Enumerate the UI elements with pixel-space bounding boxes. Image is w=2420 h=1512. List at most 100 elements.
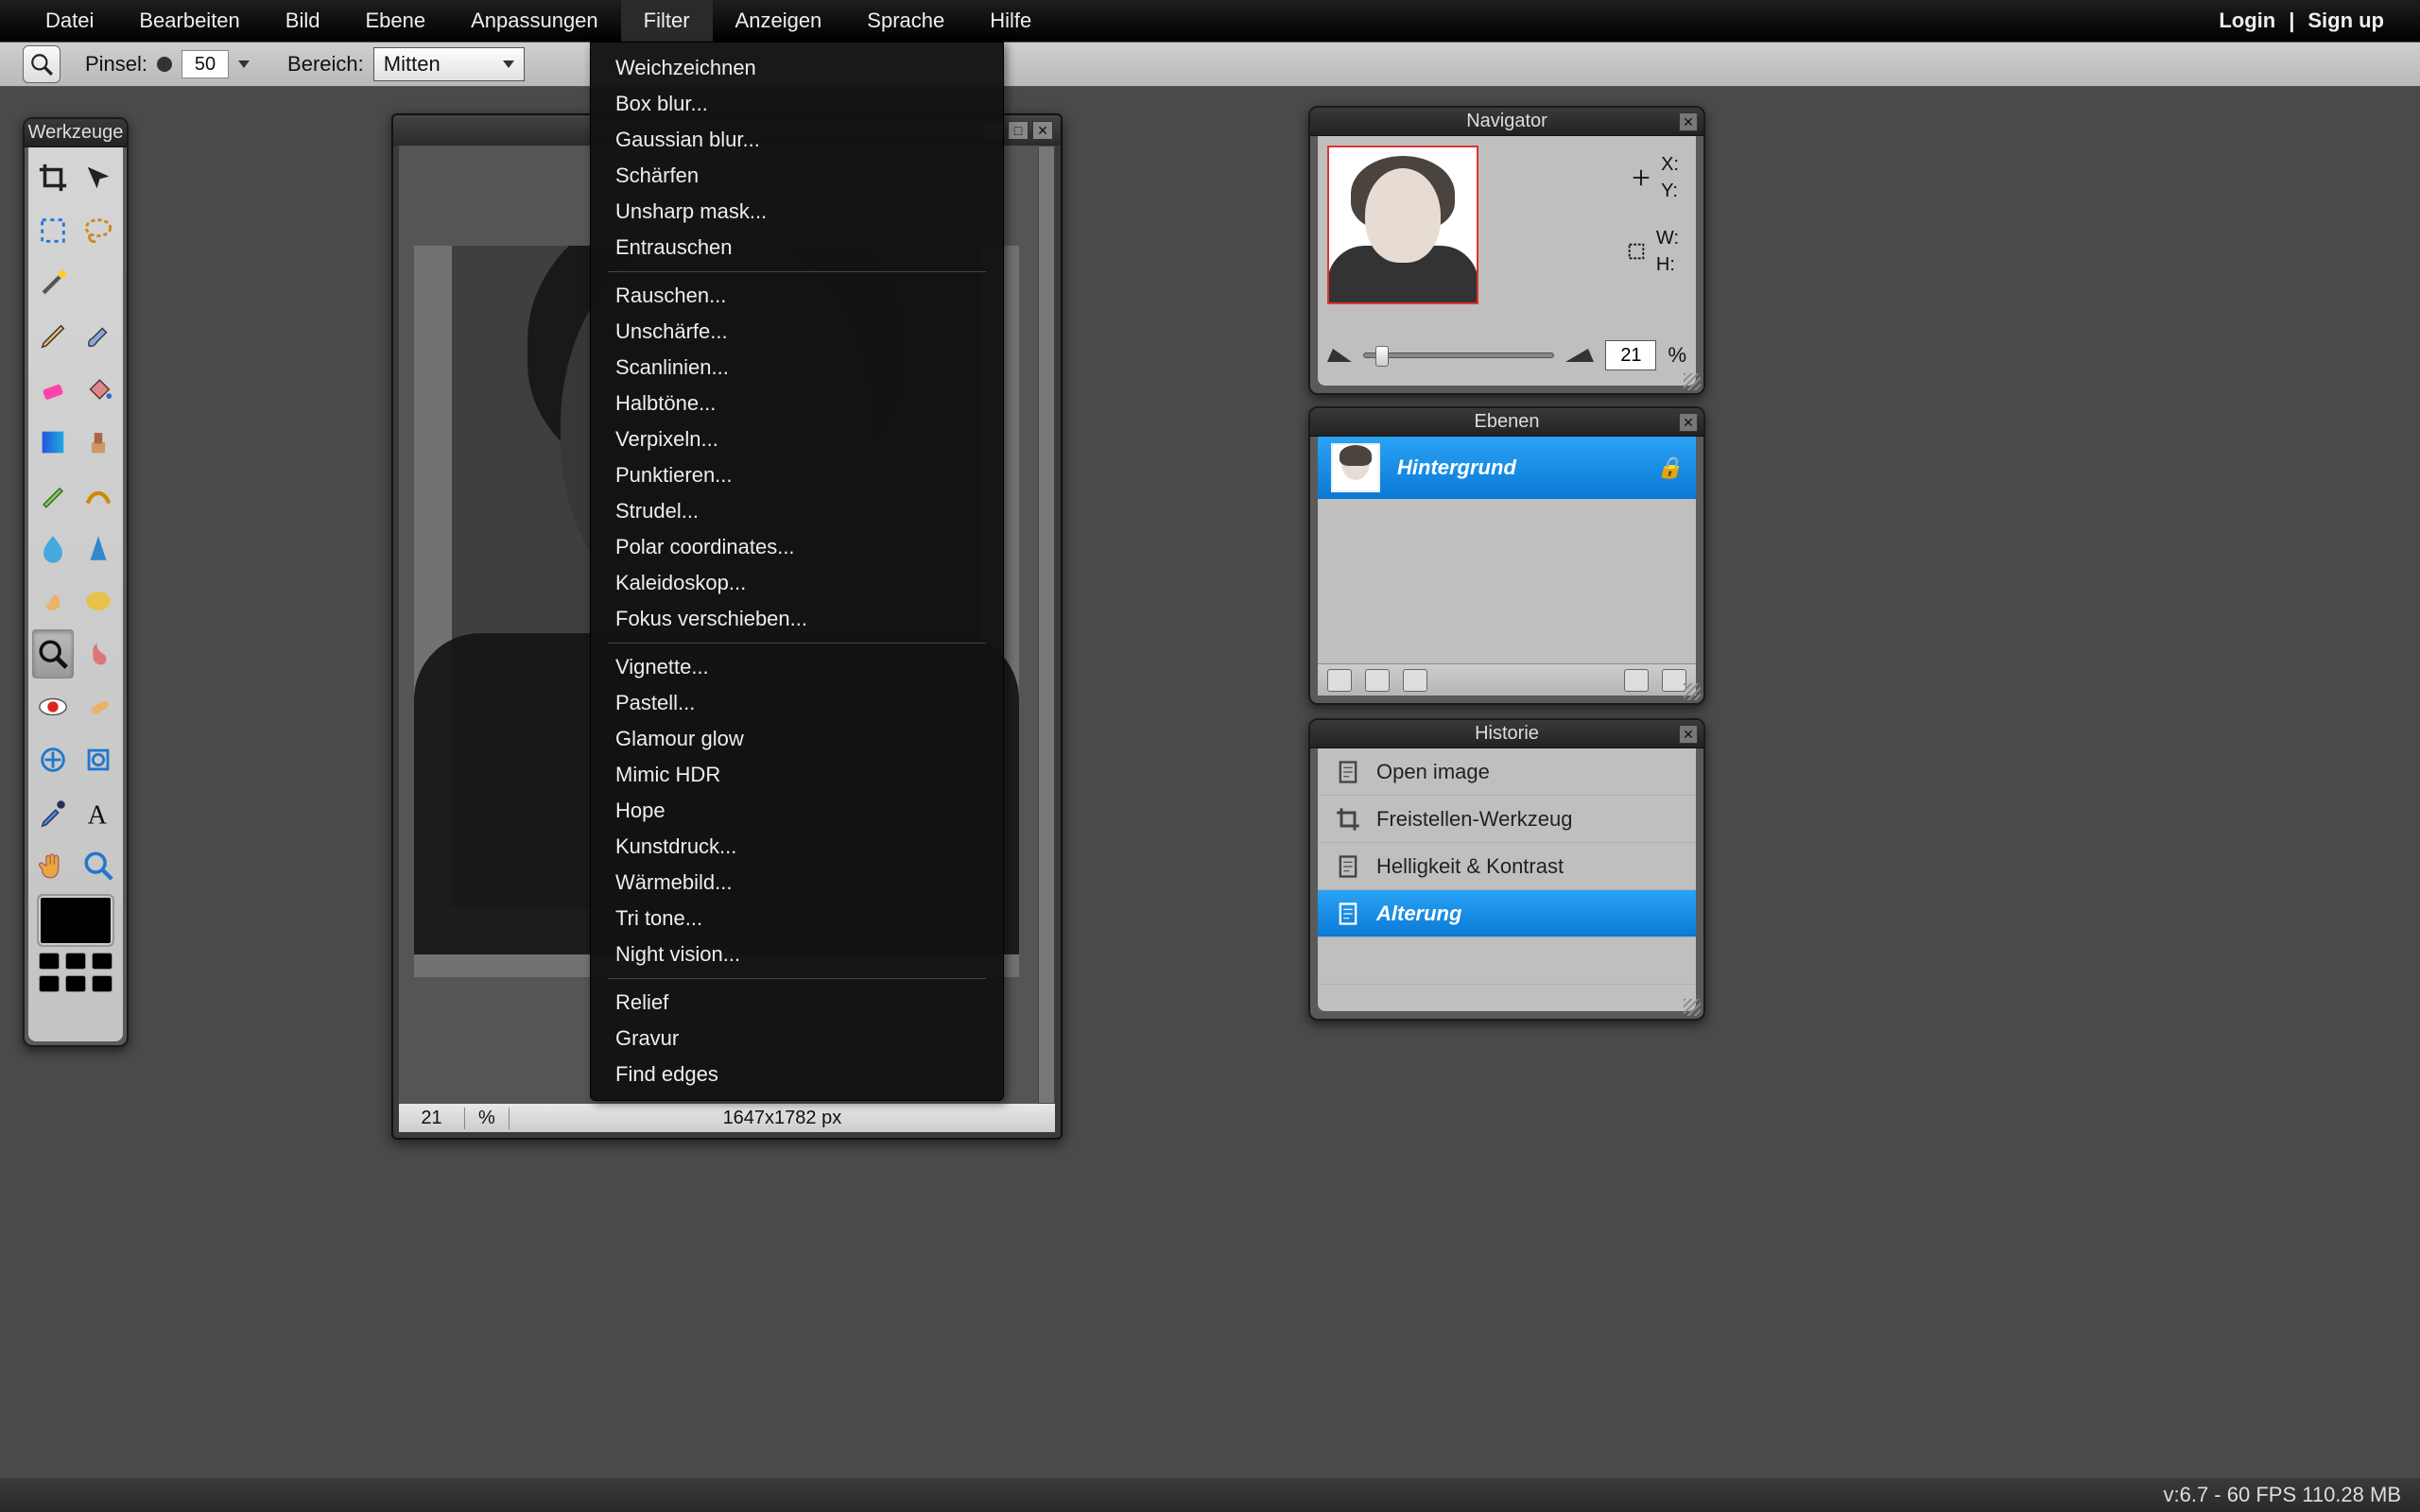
tool-smudge[interactable] xyxy=(32,576,74,626)
history-title[interactable]: Historie ✕ xyxy=(1310,720,1703,748)
swatch-6[interactable] xyxy=(92,975,112,992)
filter-gaussian-blur[interactable]: Gaussian blur... xyxy=(591,122,1003,158)
filter-schaerfen[interactable]: Schärfen xyxy=(591,158,1003,194)
history-item-bc[interactable]: Helligkeit & Kontrast xyxy=(1318,843,1696,890)
history-item-open[interactable]: Open image xyxy=(1318,748,1696,796)
doc-maximize-button[interactable]: □ xyxy=(1008,121,1028,140)
tools-panel-title[interactable]: Werkzeuge xyxy=(25,119,127,147)
menu-sprache[interactable]: Sprache xyxy=(844,0,967,43)
filter-mimic-hdr[interactable]: Mimic HDR xyxy=(591,757,1003,793)
history-item-alterung[interactable]: Alterung xyxy=(1318,890,1696,937)
tool-sharpen[interactable] xyxy=(78,524,119,573)
navigator-title[interactable]: Navigator ✕ xyxy=(1310,108,1703,136)
filter-fokus[interactable]: Fokus verschieben... xyxy=(591,601,1003,637)
layer-settings-button[interactable] xyxy=(1327,669,1352,692)
filter-tri-tone[interactable]: Tri tone... xyxy=(591,901,1003,936)
filter-waermebild[interactable]: Wärmebild... xyxy=(591,865,1003,901)
layers-resize-handle[interactable] xyxy=(1684,683,1701,700)
tool-lasso[interactable] xyxy=(78,206,119,255)
zoom-value-input[interactable]: 21 xyxy=(1605,340,1656,370)
new-layer-button[interactable] xyxy=(1624,669,1649,692)
filter-strudel[interactable]: Strudel... xyxy=(591,493,1003,529)
tool-wand[interactable] xyxy=(32,259,74,308)
filter-find-edges[interactable]: Find edges xyxy=(591,1057,1003,1092)
layer-row[interactable]: Hintergrund 🔒 xyxy=(1318,437,1696,499)
tool-dodge[interactable] xyxy=(32,629,74,679)
filter-kaleidoskop[interactable]: Kaleidoskop... xyxy=(591,565,1003,601)
tool-move[interactable] xyxy=(78,153,119,202)
layer-styles-button[interactable] xyxy=(1403,669,1427,692)
tool-type[interactable]: A xyxy=(78,788,119,837)
signup-link[interactable]: Sign up xyxy=(2294,9,2397,33)
filter-halbtoene[interactable]: Halbtöne... xyxy=(591,386,1003,421)
filter-polar[interactable]: Polar coordinates... xyxy=(591,529,1003,565)
foreground-color[interactable] xyxy=(37,894,114,947)
doc-zoom-value[interactable]: 21 xyxy=(399,1108,465,1129)
zoom-out-icon[interactable] xyxy=(1327,349,1352,362)
zoom-in-icon[interactable] xyxy=(1565,349,1594,362)
menu-bild[interactable]: Bild xyxy=(263,0,343,43)
tool-eyedropper[interactable] xyxy=(32,788,74,837)
lock-icon[interactable]: 🔒 xyxy=(1657,455,1683,480)
tool-pinch[interactable] xyxy=(78,735,119,784)
menu-hilfe[interactable]: Hilfe xyxy=(967,0,1054,43)
menu-bearbeiten[interactable]: Bearbeiten xyxy=(116,0,262,43)
tool-marquee[interactable] xyxy=(32,206,74,255)
tool-blur[interactable] xyxy=(32,524,74,573)
tool-clone-stamp[interactable] xyxy=(78,418,119,467)
filter-unschaerfe[interactable]: Unschärfe... xyxy=(591,314,1003,350)
filter-gravur[interactable]: Gravur xyxy=(591,1021,1003,1057)
doc-close-button[interactable]: ✕ xyxy=(1032,121,1053,140)
filter-unsharp-mask[interactable]: Unsharp mask... xyxy=(591,194,1003,230)
menu-datei[interactable]: Datei xyxy=(23,0,116,43)
swatch-4[interactable] xyxy=(39,975,60,992)
color-swatches[interactable] xyxy=(32,894,119,1017)
layers-title[interactable]: Ebenen ✕ xyxy=(1310,408,1703,437)
navigator-resize-handle[interactable] xyxy=(1684,373,1701,390)
vertical-scrollbar[interactable] xyxy=(1038,146,1055,1104)
tool-pencil[interactable] xyxy=(32,312,74,361)
current-tool-icon[interactable] xyxy=(23,45,60,83)
tool-drawing[interactable] xyxy=(78,471,119,520)
menu-anpassungen[interactable]: Anpassungen xyxy=(448,0,621,43)
filter-hope[interactable]: Hope xyxy=(591,793,1003,829)
menu-ebene[interactable]: Ebene xyxy=(342,0,448,43)
filter-punktieren[interactable]: Punktieren... xyxy=(591,457,1003,493)
filter-rauschen[interactable]: Rauschen... xyxy=(591,278,1003,314)
navigator-thumbnail[interactable] xyxy=(1327,146,1478,304)
history-close-button[interactable]: ✕ xyxy=(1679,725,1698,744)
tool-eraser[interactable] xyxy=(32,365,74,414)
tool-brush[interactable] xyxy=(78,312,119,361)
filter-weichzeichnen[interactable]: Weichzeichnen xyxy=(591,50,1003,86)
filter-scanlinien[interactable]: Scanlinien... xyxy=(591,350,1003,386)
tool-gradient[interactable] xyxy=(32,418,74,467)
swatch-1[interactable] xyxy=(39,953,60,970)
zoom-slider-thumb[interactable] xyxy=(1375,346,1389,367)
filter-box-blur[interactable]: Box blur... xyxy=(591,86,1003,122)
area-dropdown[interactable]: Mitten xyxy=(373,47,525,81)
filter-kunstdruck[interactable]: Kunstdruck... xyxy=(591,829,1003,865)
navigator-close-button[interactable]: ✕ xyxy=(1679,112,1698,131)
tool-spot-heal[interactable] xyxy=(78,682,119,731)
history-item-crop[interactable]: Freistellen-Werkzeug xyxy=(1318,796,1696,843)
brush-size-input[interactable]: 50 xyxy=(182,50,229,78)
swatch-5[interactable] xyxy=(65,975,86,992)
tool-hand[interactable] xyxy=(32,841,74,890)
tool-sponge[interactable] xyxy=(78,576,119,626)
filter-pastell[interactable]: Pastell... xyxy=(591,685,1003,721)
login-link[interactable]: Login xyxy=(2205,9,2289,33)
filter-verpixeln[interactable]: Verpixeln... xyxy=(591,421,1003,457)
tool-paint-bucket[interactable] xyxy=(78,365,119,414)
layers-close-button[interactable]: ✕ xyxy=(1679,413,1698,432)
tool-zoom[interactable] xyxy=(78,841,119,890)
tool-bloat[interactable] xyxy=(32,735,74,784)
layer-mask-button[interactable] xyxy=(1365,669,1390,692)
history-resize-handle[interactable] xyxy=(1684,999,1701,1016)
swatch-2[interactable] xyxy=(65,953,86,970)
filter-vignette[interactable]: Vignette... xyxy=(591,649,1003,685)
swatch-3[interactable] xyxy=(92,953,112,970)
tool-burn[interactable] xyxy=(78,629,119,679)
filter-entrauschen[interactable]: Entrauschen xyxy=(591,230,1003,266)
filter-relief[interactable]: Relief xyxy=(591,985,1003,1021)
menu-anzeigen[interactable]: Anzeigen xyxy=(713,0,845,43)
